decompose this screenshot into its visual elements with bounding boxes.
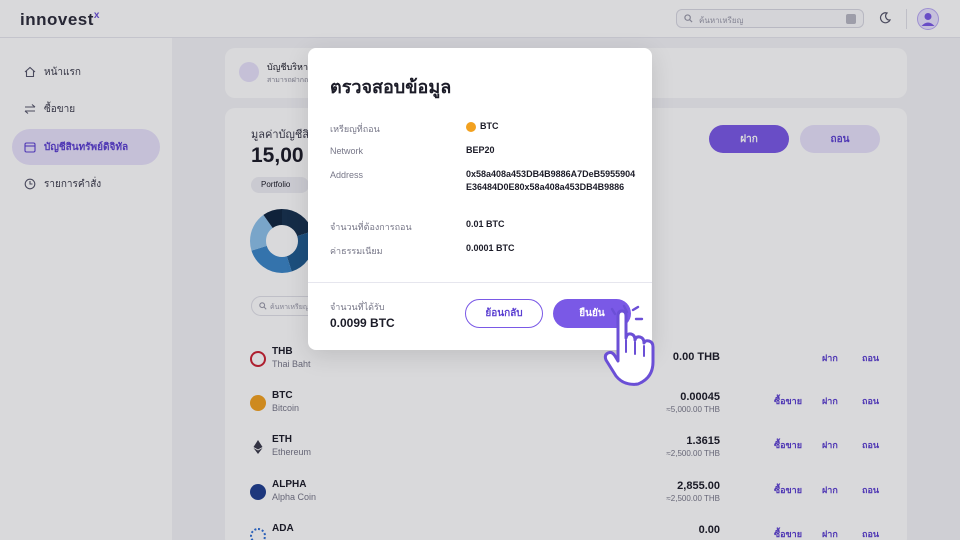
receive-value: 0.0099 BTC [330,316,395,330]
coin-label: เหรียญที่ถอน [330,124,380,134]
amount-value: 0.01 BTC [466,219,505,229]
coin-symbol: BTC [480,121,499,131]
coin-value: BTC [466,120,499,133]
fee-value: 0.0001 BTC [466,243,515,253]
network-label: Network [330,146,364,156]
pointer-hand-icon [603,304,655,386]
network-value: BEP20 [466,145,495,155]
address-label: Address [330,170,364,180]
amount-label: จำนวนที่ต้องการถอน [330,222,412,232]
dialog-title: ตรวจสอบข้อมูล [330,77,452,97]
back-button[interactable]: ย้อนกลับ [465,299,543,328]
address-value: 0x58a408a453DB4B9886A7DeB5955904E36484D0… [466,169,636,192]
page: innovestx ค้นหาเหรียญ หน้าแรก ซื้อขาย บั… [0,0,960,540]
dialog-divider [308,282,652,283]
fee-label: ค่าธรรมเนียม [330,246,383,256]
receive-label: จำนวนที่ได้รับ [330,302,385,312]
bitcoin-icon [466,121,476,132]
